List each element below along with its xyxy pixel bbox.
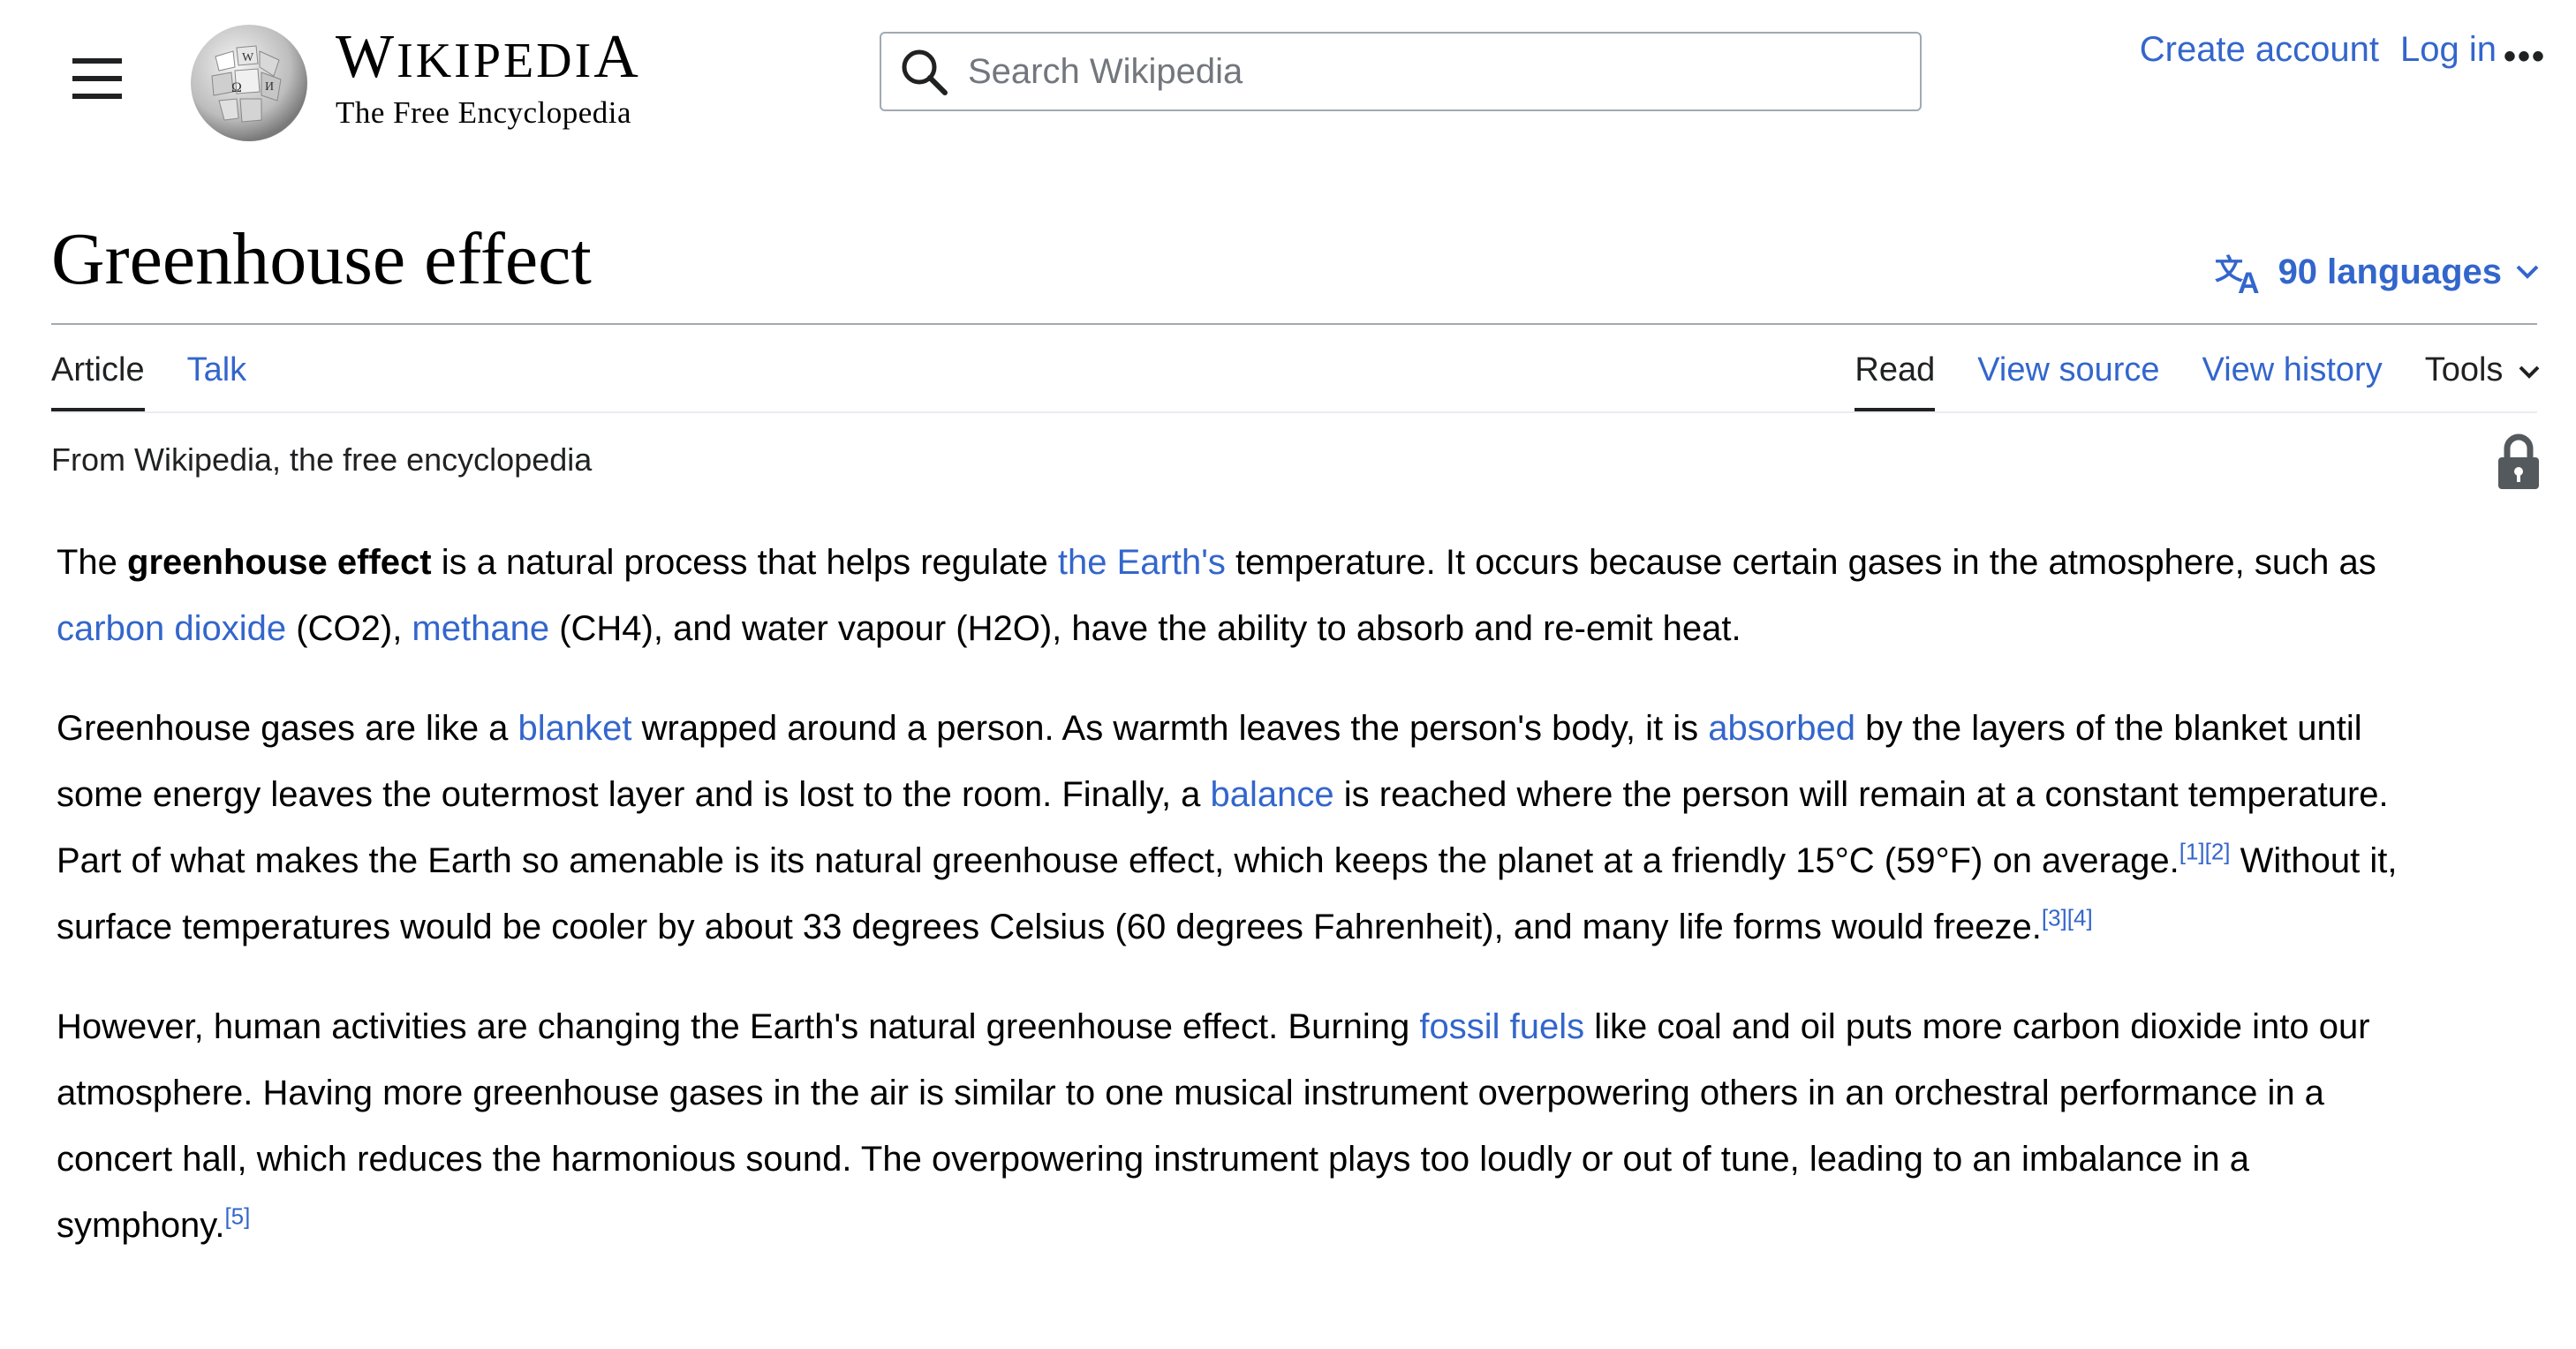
tabs-divider bbox=[51, 411, 2537, 413]
translate-icon: 文 A bbox=[2215, 252, 2260, 295]
text: temperature. It occurs because certain g… bbox=[1225, 543, 2376, 582]
link-the-earth[interactable]: the Earth's bbox=[1058, 543, 1226, 582]
link-balance[interactable]: balance bbox=[1211, 775, 1334, 814]
text: (CH4), and water vapour (H2O), have the … bbox=[549, 609, 1741, 648]
paragraph-3: However, human activities are changing t… bbox=[57, 994, 2423, 1259]
site-subtitle: From Wikipedia, the free encyclopedia bbox=[51, 441, 593, 478]
tab-tools[interactable]: Tools bbox=[2425, 351, 2541, 412]
bold-term: greenhouse effect bbox=[127, 543, 432, 582]
wikipedia-globe-icon[interactable]: Ω W И bbox=[180, 21, 313, 143]
svg-text:Ω: Ω bbox=[231, 80, 242, 95]
citation-ref[interactable]: [1][2] bbox=[2179, 839, 2231, 865]
namespace-tabs: Article Talk bbox=[51, 351, 246, 412]
link-fossil-fuels[interactable]: fossil fuels bbox=[1419, 1007, 1584, 1046]
ellipsis-icon[interactable]: ••• bbox=[2504, 37, 2546, 77]
tab-read[interactable]: Read bbox=[1855, 351, 1935, 412]
text: However, human activities are changing t… bbox=[57, 1007, 1420, 1046]
search-icon[interactable] bbox=[897, 45, 950, 98]
paragraph-2: Greenhouse gases are like a blanket wrap… bbox=[57, 696, 2423, 961]
chevron-down-icon bbox=[2516, 265, 2539, 279]
title-divider bbox=[51, 323, 2537, 325]
search-box[interactable] bbox=[880, 32, 1922, 111]
text: Greenhouse gases are like a bbox=[57, 709, 518, 748]
link-methane[interactable]: methane bbox=[412, 609, 549, 648]
tab-article[interactable]: Article bbox=[51, 351, 145, 412]
wordmark-text: WIKIPEDIA bbox=[336, 23, 641, 91]
link-carbon-dioxide[interactable]: carbon dioxide bbox=[57, 609, 286, 648]
link-absorbed[interactable]: absorbed bbox=[1708, 709, 1855, 748]
tab-view-history[interactable]: View history bbox=[2202, 351, 2383, 412]
lock-icon[interactable] bbox=[2495, 433, 2542, 491]
svg-text:W: W bbox=[242, 51, 254, 64]
search-input[interactable] bbox=[966, 50, 1853, 93]
chevron-down-icon bbox=[2519, 366, 2540, 379]
page-title: Greenhouse effect bbox=[51, 218, 592, 300]
link-blanket[interactable]: blanket bbox=[518, 709, 632, 748]
hamburger-menu-icon[interactable] bbox=[72, 58, 134, 108]
log-in-link[interactable]: Log in bbox=[2400, 30, 2497, 70]
citation-ref[interactable]: [3][4] bbox=[2042, 905, 2093, 931]
svg-text:A: A bbox=[2238, 267, 2260, 295]
tagline: The Free Encyclopedia bbox=[336, 95, 632, 130]
user-links: Create account Log in bbox=[2140, 30, 2497, 70]
languages-button[interactable]: 文 A 90 languages bbox=[2215, 249, 2541, 295]
article-content: The greenhouse effect is a natural proce… bbox=[57, 530, 2423, 1292]
tab-talk[interactable]: Talk bbox=[187, 351, 247, 412]
citation-ref[interactable]: [5] bbox=[224, 1203, 250, 1230]
create-account-link[interactable]: Create account bbox=[2140, 30, 2379, 70]
text: (CO2), bbox=[286, 609, 412, 648]
wikipedia-wordmark[interactable]: WIKIPEDIA The Free Encyclopedia bbox=[336, 26, 641, 131]
view-tabs: Read View source View history Tools bbox=[1855, 351, 2541, 412]
text: is a natural process that helps regulate bbox=[431, 543, 1058, 582]
text: The bbox=[57, 543, 128, 582]
languages-label: 90 languages bbox=[2278, 252, 2502, 291]
tools-label: Tools bbox=[2424, 351, 2504, 388]
text: wrapped around a person. As warmth leave… bbox=[631, 709, 1709, 748]
svg-text:И: И bbox=[265, 80, 274, 94]
paragraph-1: The greenhouse effect is a natural proce… bbox=[57, 530, 2423, 662]
tab-view-source[interactable]: View source bbox=[1977, 351, 2159, 412]
